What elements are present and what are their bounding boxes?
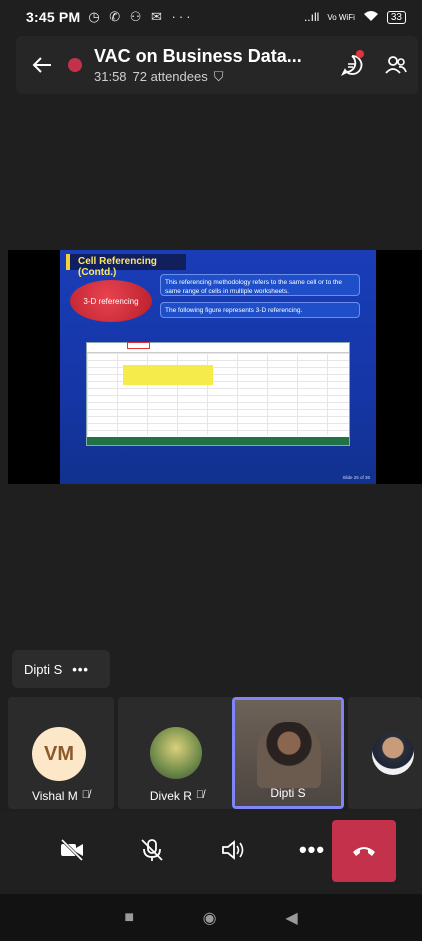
speaker-button[interactable] <box>196 818 268 882</box>
participant-name: Divek R 🎙̸ <box>149 789 205 803</box>
shield-icon: ⛉ <box>213 68 224 84</box>
volte-icon: Vo WiFi <box>327 12 355 22</box>
slide-title: Cell Referencing (Contd.) <box>66 254 186 278</box>
chat-icon[interactable] <box>330 36 374 94</box>
call-controls: ••• <box>0 812 422 888</box>
avatar <box>372 733 414 775</box>
attendee-count: 72 attendees <box>132 68 208 84</box>
avatar <box>150 727 202 779</box>
notification-icons: ◷ ✆ ⚇ ✉ ··· <box>88 9 194 24</box>
participant-tile-dipti[interactable]: Dipti S <box>232 697 344 809</box>
meeting-subtitle: 31:58 72 attendees ⛉ <box>94 69 330 85</box>
chat-notification-dot <box>356 50 364 58</box>
battery-icon: 33 <box>386 10 406 24</box>
hang-up-icon <box>353 847 375 856</box>
mic-off-icon: 🎙̸ <box>81 789 91 801</box>
meeting-title-block[interactable]: VAC on Business Data... 31:58 72 attende… <box>94 46 330 85</box>
camera-off-icon <box>60 838 84 862</box>
meeting-duration: 31:58 <box>94 68 127 84</box>
meeting-title: VAC on Business Data... <box>94 45 302 66</box>
presenter-name: Dipti S <box>24 661 63 677</box>
mic-off-icon: 🎙̸ <box>195 789 205 801</box>
hang-up-button[interactable] <box>332 820 396 882</box>
participant-tiles: VM Vishal M 🎙̸ Divek R 🎙̸ Dipti S <box>8 697 422 809</box>
slide-callout: 3-D referencing <box>70 280 152 322</box>
speaker-icon <box>222 840 244 860</box>
more-options-icon[interactable]: ••• <box>72 662 89 677</box>
shared-slide: Cell Referencing (Contd.) 3-D referencin… <box>60 250 376 484</box>
back-arrow-icon[interactable] <box>16 36 68 94</box>
slide-text-2: The following figure represents 3-D refe… <box>160 302 360 318</box>
participant-tile-vishal[interactable]: VM Vishal M 🎙̸ <box>8 697 114 809</box>
excel-screenshot <box>86 342 350 446</box>
excel-highlight-cell <box>123 365 213 385</box>
wifi-icon <box>363 10 379 25</box>
slide-text-1: This referencing methodology refers to t… <box>160 274 360 296</box>
recording-indicator-icon <box>68 58 82 72</box>
status-time: 3:45 PM <box>26 9 81 25</box>
mic-off-icon <box>141 839 163 861</box>
excel-formula-bar <box>87 342 349 353</box>
participant-video-person <box>257 722 321 788</box>
recents-icon[interactable]: ■ <box>124 909 134 927</box>
avatar: VM <box>32 727 86 781</box>
participant-tile-divek[interactable]: Divek R 🎙̸ <box>118 697 236 809</box>
slide-footer: Slide 25 of 36 <box>342 475 370 480</box>
mic-off-button[interactable] <box>116 818 188 882</box>
excel-status-bar <box>87 437 349 445</box>
people-icon[interactable] <box>374 36 418 94</box>
presenter-name-chip[interactable]: Dipti S ••• <box>12 650 110 688</box>
home-icon[interactable]: ◉ <box>203 908 217 928</box>
status-right: ..ıll Vo WiFi 33 <box>304 10 406 25</box>
signal-icon: ..ıll <box>303 10 320 24</box>
camera-off-button[interactable] <box>36 818 108 882</box>
status-bar: 3:45 PM ◷ ✆ ⚇ ✉ ··· ..ıll Vo WiFi 33 <box>0 0 422 34</box>
back-nav-icon[interactable]: ◀ <box>285 908 297 928</box>
participant-name: Dipti S <box>270 786 306 800</box>
meeting-header: VAC on Business Data... 31:58 72 attende… <box>16 36 418 94</box>
screen-share-area[interactable]: Cell Referencing (Contd.) 3-D referencin… <box>8 250 422 484</box>
participant-name: Vishal M 🎙̸ <box>31 789 91 803</box>
participant-tile-other[interactable] <box>348 697 422 809</box>
android-nav-bar: ■ ◉ ◀ <box>0 894 422 941</box>
